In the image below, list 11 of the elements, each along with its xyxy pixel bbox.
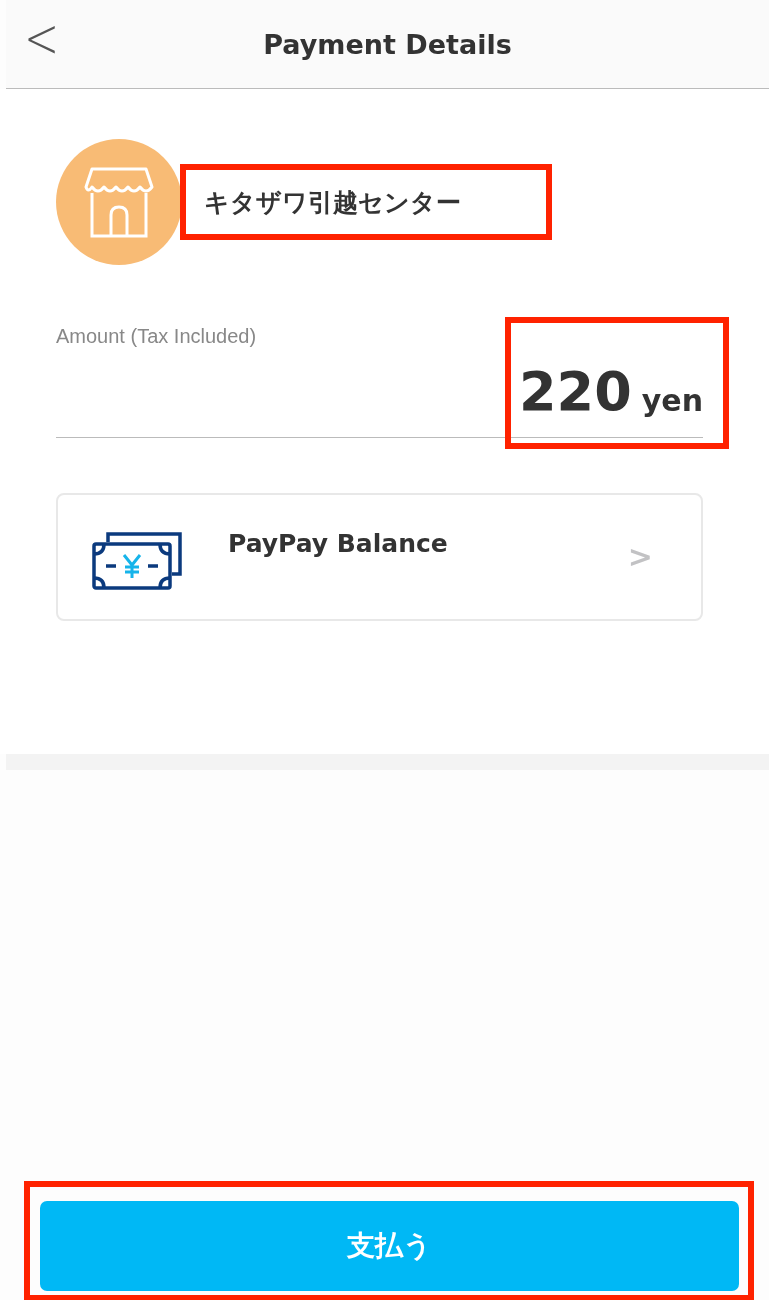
store-icon <box>56 139 182 265</box>
banknote-icon <box>92 530 182 590</box>
chevron-icon: > <box>627 539 653 574</box>
back-button[interactable]: < <box>24 6 60 71</box>
amount-label: Amount (Tax Included) <box>56 325 257 347</box>
payment-method-card[interactable]: PayPay Balance > <box>56 493 703 621</box>
amount-value: 220 <box>519 365 632 419</box>
payment-method-label: PayPay Balance <box>228 528 448 558</box>
merchant-name: キタザワ引越センター <box>204 186 461 219</box>
page-title: Payment Details <box>263 28 512 60</box>
amount-unit: yen <box>641 383 703 419</box>
